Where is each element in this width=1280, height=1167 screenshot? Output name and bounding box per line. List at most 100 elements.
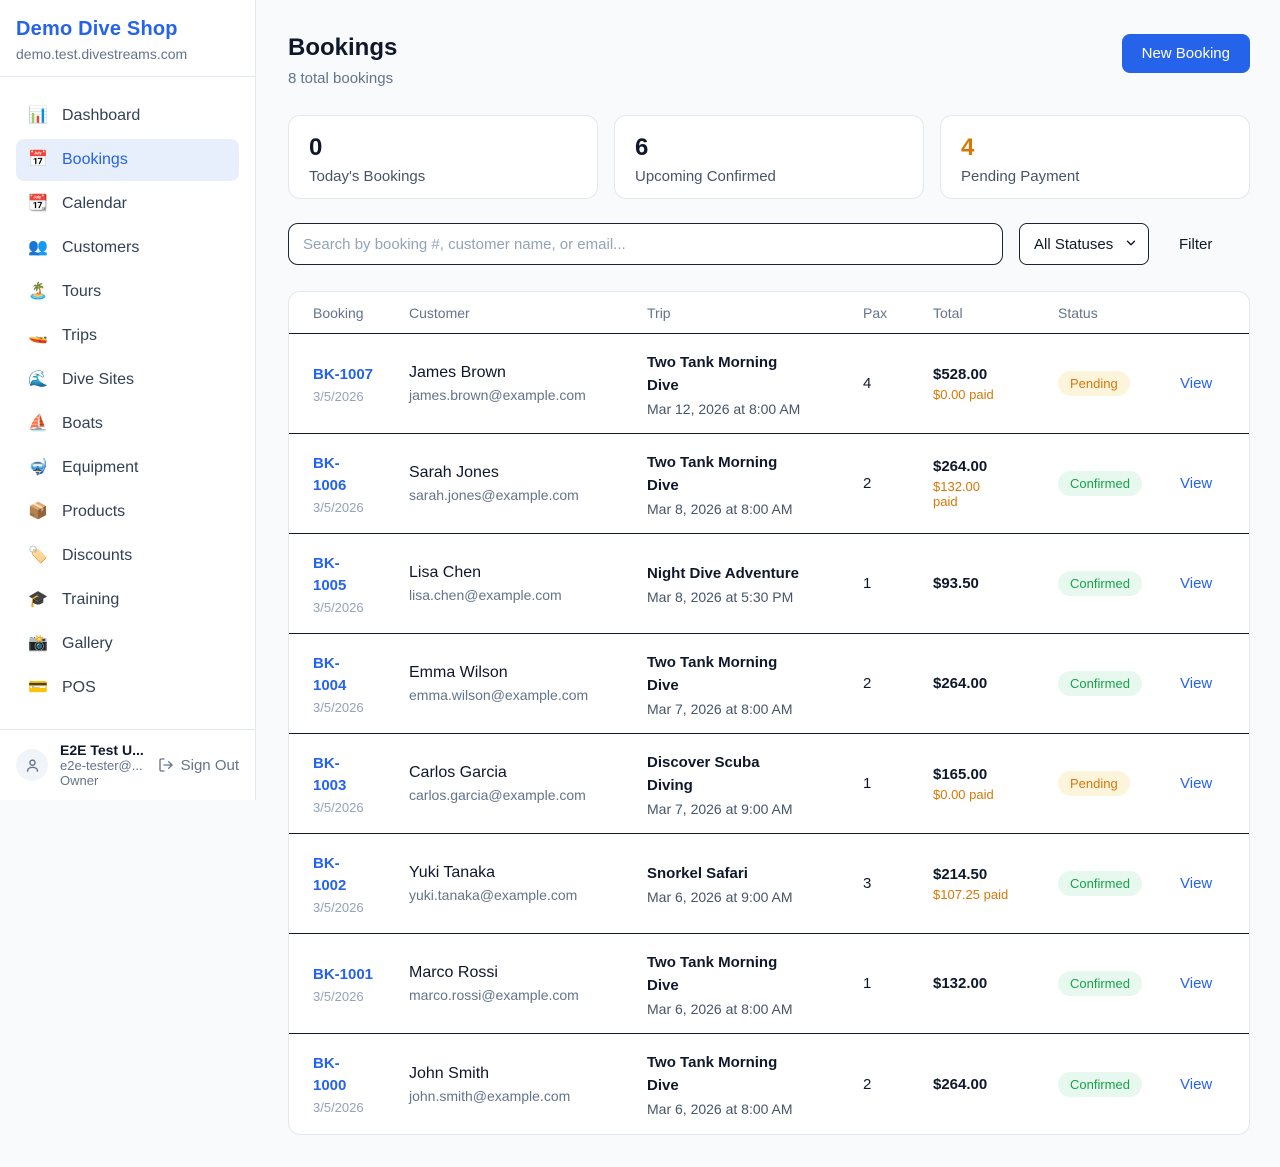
sidebar-item-bookings[interactable]: 📅Bookings	[16, 139, 239, 181]
view-link[interactable]: View	[1180, 575, 1225, 592]
search-input[interactable]	[288, 223, 1003, 265]
status-badge: Confirmed	[1058, 671, 1142, 696]
brand-domain: demo.test.divestreams.com	[16, 46, 239, 62]
booking-id-link[interactable]: BK-1000	[313, 1053, 409, 1097]
booking-id-link[interactable]: BK-1004	[313, 653, 409, 697]
stat-value: 4	[961, 134, 1229, 162]
sidebar-item-discounts[interactable]: 🏷️Discounts	[16, 535, 239, 577]
sidebar-item-label: Training	[62, 589, 119, 611]
booking-id-link[interactable]: BK-1002	[313, 853, 409, 897]
new-booking-button[interactable]: New Booking	[1122, 34, 1250, 73]
trip-cell: Discover Scuba DivingMar 7, 2026 at 9:00…	[647, 751, 863, 817]
view-link[interactable]: View	[1180, 975, 1225, 992]
status-badge: Confirmed	[1058, 1072, 1142, 1097]
wave-icon: 🌊	[28, 369, 48, 391]
tear-off-calendar-icon: 📆	[28, 193, 48, 215]
customer-cell: Yuki Tanakayuki.tanaka@example.com	[409, 864, 647, 903]
table-row: BK-10043/5/2026Emma Wilsonemma.wilson@ex…	[289, 634, 1249, 734]
sidebar-item-boats[interactable]: ⛵Boats	[16, 403, 239, 445]
sign-out-button[interactable]: Sign Out	[158, 757, 239, 774]
status-filter-select[interactable]: All Statuses	[1019, 223, 1149, 265]
trip-name: Two Tank Morning Dive	[647, 351, 807, 397]
trip-datetime: Mar 7, 2026 at 9:00 AM	[647, 801, 863, 817]
status-badge: Confirmed	[1058, 871, 1142, 896]
column-header-pax: Pax	[863, 305, 933, 321]
view-link[interactable]: View	[1180, 475, 1225, 492]
filter-button[interactable]: Filter	[1165, 228, 1226, 261]
total-cell: $264.00	[933, 675, 1058, 692]
booking-id-link[interactable]: BK-1003	[313, 753, 409, 797]
user-role: Owner	[60, 773, 144, 788]
view-link[interactable]: View	[1180, 675, 1225, 692]
trip-cell: Two Tank Morning Dive Mar 12, 2026 at 8:0…	[647, 351, 863, 417]
trip-datetime: Mar 6, 2026 at 8:00 AM	[647, 1001, 863, 1017]
trip-cell: Two Tank Morning DiveMar 6, 2026 at 8:00…	[647, 1051, 863, 1117]
trip-name: Night Dive Adventure	[647, 562, 807, 585]
sidebar-item-products[interactable]: 📦 Products	[16, 491, 239, 533]
total-cell: $93.50	[933, 575, 1058, 592]
stat-card-upcoming-confirmed: 6Upcoming Confirmed	[614, 115, 924, 199]
sidebar-item-label: Tours	[62, 281, 101, 303]
table-row: BK-10063/5/2026Sarah Jonessarah.jones@ex…	[289, 434, 1249, 534]
sidebar-item-customers[interactable]: 👥Customers	[16, 227, 239, 269]
sidebar-item-label: Equipment	[62, 457, 139, 479]
customer-name: John Smith	[409, 1065, 647, 1083]
status-cell: Confirmed	[1058, 1072, 1180, 1097]
view-link[interactable]: View	[1180, 375, 1225, 392]
package-icon: 📦	[28, 501, 48, 523]
trip-datetime: Mar 7, 2026 at 8:00 AM	[647, 701, 863, 717]
sidebar-item-dashboard[interactable]: 📊 Dashboard	[16, 95, 239, 137]
column-header-booking: Booking	[313, 305, 409, 321]
booking-id-link[interactable]: BK-1007	[313, 364, 409, 386]
brand-block: Demo Dive Shop demo.test.divestreams.com	[0, 0, 255, 77]
table-row: BK-10013/5/2026Marco Rossimarco.rossi@ex…	[289, 934, 1249, 1034]
paid-amount: $0.00 paid	[933, 387, 1023, 402]
booking-id-link[interactable]: BK-1006	[313, 453, 409, 497]
customer-cell: John Smith john.smith@example.com	[409, 1065, 647, 1104]
table-row: BK-10053/5/2026Lisa Chenlisa.chen@exampl…	[289, 534, 1249, 634]
stat-value: 6	[635, 134, 903, 162]
sidebar-item-dive-sites[interactable]: 🌊 Dive Sites	[16, 359, 239, 401]
sidebar-item-training[interactable]: 🎓Training	[16, 579, 239, 621]
customer-email: john.smith@example.com	[409, 1088, 647, 1104]
main-content: Bookings 8 total bookings New Booking 0T…	[256, 0, 1280, 1167]
sidebar-item-label: Dive Sites	[62, 369, 134, 391]
customer-cell: Emma Wilsonemma.wilson@example.com	[409, 664, 647, 703]
sidebar-item-label: Gallery	[62, 633, 113, 655]
sidebar-item-gallery[interactable]: 📸Gallery	[16, 623, 239, 665]
booking-date: 3/5/2026	[313, 800, 409, 815]
sidebar-item-label: Products	[62, 501, 125, 523]
booking-date: 3/5/2026	[313, 500, 409, 515]
booking-id-link[interactable]: BK-1005	[313, 553, 409, 597]
booking-cell: BK-10013/5/2026	[313, 964, 409, 1004]
status-cell: Confirmed	[1058, 971, 1180, 996]
booking-date: 3/5/2026	[313, 1100, 409, 1115]
status-badge: Pending	[1058, 771, 1130, 796]
customer-email: marco.rossi@example.com	[409, 987, 647, 1003]
trip-datetime: Mar 8, 2026 at 8:00 AM	[647, 501, 863, 517]
sidebar-item-label: Bookings	[62, 149, 128, 171]
avatar	[16, 749, 48, 781]
pax-value: 1	[863, 975, 933, 992]
booking-cell: BK-10023/5/2026	[313, 853, 409, 915]
sidebar-item-calendar[interactable]: 📆Calendar	[16, 183, 239, 225]
total-amount: $528.00	[933, 366, 1058, 383]
booking-id-link[interactable]: BK-1001	[313, 964, 409, 986]
view-link[interactable]: View	[1180, 1076, 1225, 1093]
sidebar-item-trips[interactable]: 🚤Trips	[16, 315, 239, 357]
customer-email: carlos.garcia@example.com	[409, 787, 647, 803]
bar-chart-icon: 📊	[28, 105, 48, 127]
sidebar-item-label: Discounts	[62, 545, 132, 567]
view-link[interactable]: View	[1180, 875, 1225, 892]
customer-name: James Brown	[409, 364, 647, 382]
sidebar-item-label: Dashboard	[62, 105, 140, 127]
view-link[interactable]: View	[1180, 775, 1225, 792]
paid-amount: $0.00 paid	[933, 787, 1023, 802]
sidebar-item-equipment[interactable]: 🤿Equipment	[16, 447, 239, 489]
sidebar-item-pos[interactable]: 💳POS	[16, 667, 239, 709]
pax-value: 2	[863, 1076, 933, 1093]
sidebar-item-tours[interactable]: 🏝️Tours	[16, 271, 239, 313]
trip-cell: Snorkel SafariMar 6, 2026 at 9:00 AM	[647, 862, 863, 905]
bookings-table: BookingCustomerTripPaxTotalStatus BK-100…	[288, 291, 1250, 1135]
trip-datetime: Mar 12, 2026 at 8:00 AM	[647, 401, 863, 417]
